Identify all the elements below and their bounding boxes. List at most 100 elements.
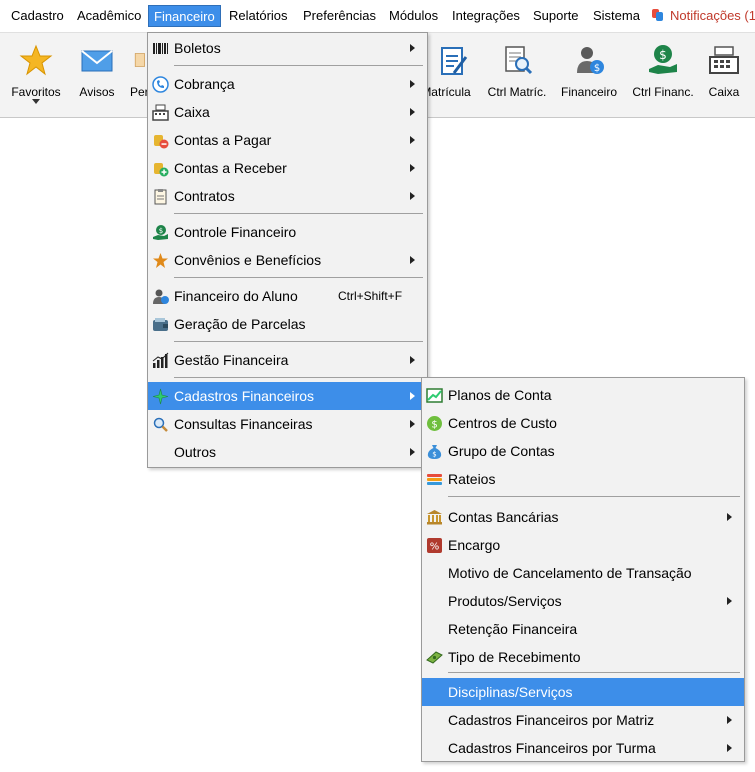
menu-item-encargo[interactable]: % Encargo xyxy=(422,531,744,559)
menu-item-convenios-e-beneficios[interactable]: Convênios e Benefícios xyxy=(148,246,427,274)
menu-item-label: Gestão Financeira xyxy=(174,352,289,368)
menu-item-label: Cadastros Financeiros xyxy=(174,388,315,404)
menu-item-label: Consultas Financeiras xyxy=(174,416,313,432)
app-window: Cadastro Acadêmico Financeiro Relatórios… xyxy=(0,0,755,772)
menu-item-label: Controle Financeiro xyxy=(174,224,297,240)
menu-item-label: Caixa xyxy=(174,104,210,120)
menu-item-motivo-de-cancelamento[interactable]: Motivo de Cancelamento de Transação xyxy=(422,559,744,587)
menu-item-retencao-financeira[interactable]: Retenção Financeira xyxy=(422,615,744,643)
bar-chart-icon xyxy=(152,352,169,368)
notifications-menu[interactable]: Notificações (1( xyxy=(652,5,755,27)
menu-integracoes[interactable]: Integrações xyxy=(447,5,525,27)
caixa-label: Caixa xyxy=(708,85,740,99)
menu-item-rateios[interactable]: Rateios xyxy=(422,465,744,493)
menu-item-label: Cadastros Financeiros por Matriz xyxy=(448,712,655,728)
menu-label: Cadastro xyxy=(11,8,64,23)
menu-item-label: Contas Bancárias xyxy=(448,509,559,525)
menu-item-label: Retenção Financeira xyxy=(448,621,578,637)
chevron-down-icon xyxy=(32,99,40,104)
menu-item-produtos-servicos[interactable]: Produtos/Serviços xyxy=(422,587,744,615)
chevron-right-icon xyxy=(410,420,415,428)
menu-item-label: Produtos/Serviços xyxy=(448,593,562,609)
svg-text:%: % xyxy=(430,542,440,553)
favoritos-button[interactable]: Favoritos xyxy=(4,33,68,119)
menu-label: Módulos xyxy=(389,8,439,23)
menu-item-outros[interactable]: Outros xyxy=(148,438,427,466)
envelope-icon xyxy=(81,50,113,72)
menu-item-planos-de-conta[interactable]: Planos de Conta xyxy=(422,381,744,409)
menu-separator xyxy=(448,672,740,673)
menu-item-cadastros-por-matriz[interactable]: Cadastros Financeiros por Matriz xyxy=(422,706,744,734)
magnifier-icon xyxy=(153,417,168,432)
banknote-icon xyxy=(426,651,443,664)
chevron-right-icon xyxy=(410,192,415,200)
menu-item-contas-a-receber[interactable]: Contas a Receber xyxy=(148,154,427,182)
notifications-label: Notificações (1( xyxy=(670,8,755,23)
menu-financeiro[interactable]: Financeiro xyxy=(148,5,221,27)
menu-item-controle-financeiro[interactable]: $ Controle Financeiro xyxy=(148,218,427,246)
financeiro-button[interactable]: $ Financeiro xyxy=(556,33,622,119)
menu-item-label: Grupo de Contas xyxy=(448,443,555,459)
menu-item-caixa[interactable]: Caixa xyxy=(148,98,427,126)
menu-item-centros-de-custo[interactable]: $ Centros de Custo xyxy=(422,409,744,437)
menubar: Cadastro Acadêmico Financeiro Relatórios… xyxy=(0,0,755,32)
menu-item-cadastros-financeiros[interactable]: Cadastros Financeiros xyxy=(148,382,427,410)
ctrl-financ-button[interactable]: $ Ctrl Financ. xyxy=(628,33,698,119)
barcode-icon xyxy=(153,43,168,54)
menu-item-label: Contas a Receber xyxy=(174,160,287,176)
menu-separator xyxy=(448,496,740,497)
document-search-icon xyxy=(505,46,533,75)
avisos-button[interactable]: Avisos xyxy=(72,33,122,119)
chevron-right-icon xyxy=(410,448,415,456)
svg-text:$: $ xyxy=(431,420,437,431)
menu-item-label: Cobrança xyxy=(174,76,235,92)
chevron-right-icon xyxy=(727,597,732,605)
menu-separator xyxy=(174,277,423,278)
ctrl-financ-label: Ctrl Financ. xyxy=(632,85,694,99)
menu-item-contratos[interactable]: Contratos xyxy=(148,182,427,210)
chevron-right-icon xyxy=(410,108,415,116)
menu-academico[interactable]: Acadêmico xyxy=(72,5,146,27)
menu-item-cobranca[interactable]: Cobrança xyxy=(148,70,427,98)
favoritos-label: Favoritos xyxy=(11,85,61,99)
chevron-right-icon xyxy=(727,513,732,521)
menu-relatorios[interactable]: Relatórios xyxy=(224,5,293,27)
menu-sistema[interactable]: Sistema xyxy=(588,5,645,27)
menu-modulos[interactable]: Módulos xyxy=(384,5,443,27)
clipboard-edit-icon xyxy=(441,47,468,75)
menu-item-label: Outros xyxy=(174,444,217,460)
menu-item-contas-a-pagar[interactable]: Contas a Pagar xyxy=(148,126,427,154)
menu-item-consultas-financeiras[interactable]: Consultas Financeiras xyxy=(148,410,427,438)
ledger-icon xyxy=(426,388,443,403)
menu-item-disciplinas-servicos[interactable]: Disciplinas/Serviços xyxy=(422,678,744,706)
cash-register-icon xyxy=(152,104,169,121)
financeiro-dropdown: Boletos Cobrança Caixa Contas a Pagar Co… xyxy=(147,32,428,468)
chevron-right-icon xyxy=(410,356,415,364)
bank-icon xyxy=(427,510,442,525)
svg-text:$: $ xyxy=(594,63,600,74)
menu-separator xyxy=(174,213,423,214)
menu-item-financeiro-do-aluno[interactable]: Financeiro do Aluno Ctrl+Shift+F xyxy=(148,282,427,310)
menu-preferencias[interactable]: Preferências xyxy=(298,5,381,27)
menu-item-tipo-de-recebimento[interactable]: Tipo de Recebimento xyxy=(422,643,744,671)
menu-cadastro[interactable]: Cadastro xyxy=(6,5,69,27)
star-icon xyxy=(153,253,168,268)
menu-item-label: Tipo de Recebimento xyxy=(448,649,581,665)
menu-item-cadastros-por-turma[interactable]: Cadastros Financeiros por Turma xyxy=(422,734,744,762)
menu-item-gestao-financeira[interactable]: Gestão Financeira xyxy=(148,346,427,374)
menu-item-boletos[interactable]: Boletos xyxy=(148,34,427,62)
percent-icon: % xyxy=(427,538,442,553)
notification-icon xyxy=(652,9,664,21)
chevron-right-icon xyxy=(410,44,415,52)
menu-item-contas-bancarias[interactable]: Contas Bancárias xyxy=(422,503,744,531)
menu-suporte[interactable]: Suporte xyxy=(528,5,584,27)
svg-text:$: $ xyxy=(432,451,436,459)
clipboard-icon xyxy=(154,189,167,205)
caixa-button[interactable]: Caixa xyxy=(700,33,748,119)
ctrl-matric-button[interactable]: Ctrl Matríc. xyxy=(482,33,552,119)
menu-item-label: Geração de Parcelas xyxy=(174,316,306,332)
menu-item-label: Cadastros Financeiros por Turma xyxy=(448,740,656,756)
person-money-icon xyxy=(153,289,169,304)
menu-item-grupo-de-contas[interactable]: $ Grupo de Contas xyxy=(422,437,744,465)
menu-item-geracao-de-parcelas[interactable]: Geração de Parcelas xyxy=(148,310,427,338)
